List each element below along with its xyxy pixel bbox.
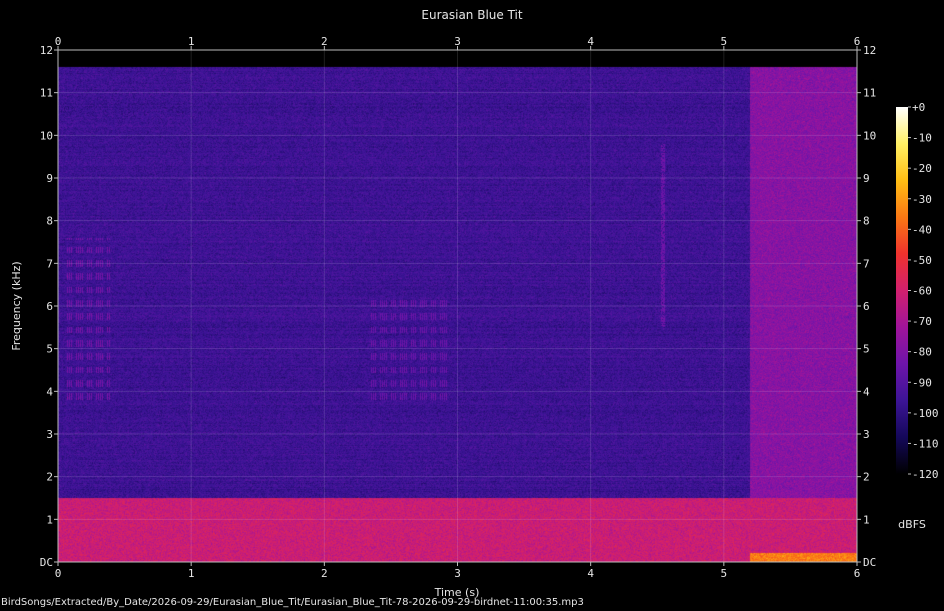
y-tick-label: 2 bbox=[863, 471, 870, 484]
y-tick-label: 3 bbox=[863, 428, 870, 441]
colorbar-tick-label: -90 bbox=[912, 376, 932, 389]
y-tick-label: 3 bbox=[46, 428, 53, 441]
y-tick-label: 6 bbox=[46, 300, 53, 313]
y-tick-label: DC bbox=[863, 556, 876, 569]
x-tick-label: 0 bbox=[55, 567, 62, 580]
x-tick-label: 3 bbox=[454, 567, 461, 580]
y-tick-label: 12 bbox=[863, 44, 876, 57]
colorbar-tick-label: +0 bbox=[912, 101, 925, 114]
colorbar-tick-label: -60 bbox=[912, 285, 932, 298]
x-tick-label: 2 bbox=[321, 35, 328, 48]
x-tick-label: 4 bbox=[587, 567, 594, 580]
colorbar-tick-label: -110 bbox=[912, 437, 939, 450]
y-tick-label: 5 bbox=[863, 343, 870, 356]
colorbar-tick-label: -70 bbox=[912, 315, 932, 328]
y-tick-label: 7 bbox=[46, 257, 53, 270]
x-tick-label: 2 bbox=[321, 567, 328, 580]
y-tick-label: 1 bbox=[863, 513, 870, 526]
colorbar-tick-label: -20 bbox=[912, 162, 932, 175]
chart-title: Eurasian Blue Tit bbox=[421, 8, 522, 22]
y-tick-label: 10 bbox=[40, 129, 53, 142]
y-tick-label: 9 bbox=[863, 172, 870, 185]
x-tick-label: 6 bbox=[854, 35, 861, 48]
colorbar-tick-label: -30 bbox=[912, 193, 932, 206]
colorbar bbox=[896, 107, 908, 474]
spectrogram-chart: Eurasian Blue Tit 0123456 0123456 DC1234… bbox=[0, 0, 944, 611]
y-tick-label: 8 bbox=[863, 215, 870, 228]
colorbar-label: dBFS bbox=[898, 518, 926, 531]
y-tick-label: 4 bbox=[863, 385, 870, 398]
colorbar-tick-label: -50 bbox=[912, 254, 932, 267]
y-axis-label: Frequency (kHz) bbox=[10, 261, 23, 350]
y-tick-label: 11 bbox=[40, 87, 53, 100]
file-path-caption: BirdSongs/Extracted/By_Date/2026-09-29/E… bbox=[1, 597, 584, 608]
x-tick-label: 5 bbox=[721, 567, 728, 580]
y-tick-label: 8 bbox=[46, 215, 53, 228]
y-tick-label: 1 bbox=[46, 513, 53, 526]
y-tick-label: 6 bbox=[863, 300, 870, 313]
x-tick-label: 3 bbox=[454, 35, 461, 48]
y-tick-label: 12 bbox=[40, 44, 53, 57]
y-tick-label: 9 bbox=[46, 172, 53, 185]
colorbar-tick-label: -40 bbox=[912, 223, 932, 236]
x-tick-label: 4 bbox=[587, 35, 594, 48]
colorbar-tick-label: -120 bbox=[912, 468, 939, 481]
colorbar-tick-label: -100 bbox=[912, 407, 939, 420]
y-tick-label: 2 bbox=[46, 471, 53, 484]
x-tick-label: 6 bbox=[854, 567, 861, 580]
x-tick-label: 5 bbox=[721, 35, 728, 48]
y-tick-label: 7 bbox=[863, 257, 870, 270]
y-tick-label: DC bbox=[40, 556, 53, 569]
x-tick-label: 0 bbox=[55, 35, 62, 48]
y-tick-label: 4 bbox=[46, 385, 53, 398]
x-tick-label: 1 bbox=[188, 35, 195, 48]
y-tick-label: 10 bbox=[863, 129, 876, 142]
colorbar-tick-label: -80 bbox=[912, 346, 932, 359]
y-tick-label: 11 bbox=[863, 87, 876, 100]
colorbar-tick-label: -10 bbox=[912, 132, 932, 145]
y-tick-label: 5 bbox=[46, 343, 53, 356]
x-tick-label: 1 bbox=[188, 567, 195, 580]
